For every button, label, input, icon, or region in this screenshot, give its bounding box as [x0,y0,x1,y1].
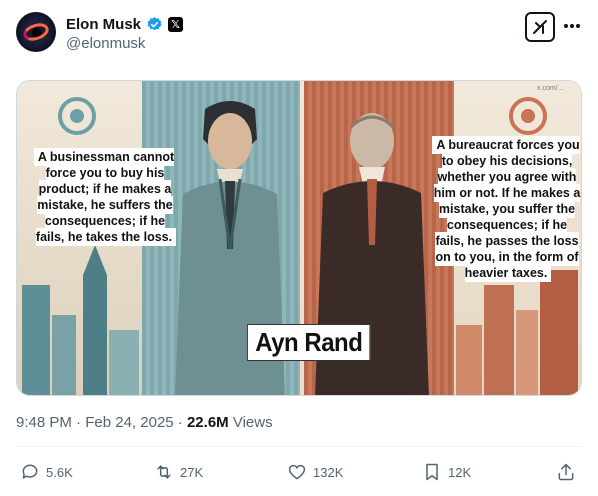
views-label: Views [228,414,273,431]
more-icon [564,24,580,28]
like-button[interactable]: 132K [287,458,343,486]
tweet-header: Elon Musk 𝕏 @elonmusk [16,12,582,56]
image-watermark: x.com/... [537,85,564,92]
repost-count: 27K [180,464,204,480]
reply-button[interactable]: 5.6K [20,458,73,486]
right-caption-text: A bureaucrat forces you to obey his deci… [433,138,581,280]
right-emblem-graphic [509,97,547,135]
tweet-image[interactable]: A businessman cannot force you to buy hi… [16,80,582,396]
right-caption: A bureaucrat forces you to obey his deci… [431,137,581,281]
left-caption-text: A businessman cannot force you to buy hi… [35,150,175,244]
affiliation-badge-icon[interactable]: 𝕏 [168,16,184,32]
bookmark-button[interactable]: 12K [422,458,471,486]
author-display-name[interactable]: Elon Musk [66,16,141,33]
author-name-row: Elon Musk 𝕏 [66,14,184,34]
actions-divider [16,446,582,447]
post-time[interactable]: 9:48 PM [16,414,72,431]
more-options-button[interactable] [562,16,582,36]
author-handle[interactable]: @elonmusk [66,35,145,52]
post-date[interactable]: Feb 24, 2025 [85,414,173,431]
avatar[interactable] [16,12,56,52]
image-title-label: Ayn Rand [247,324,371,361]
share-icon [558,463,574,481]
left-emblem-graphic [58,97,96,135]
grok-button[interactable] [525,12,555,42]
meta-separator-2: · [173,414,187,431]
action-bar: 5.6K 27K 132K 12K [16,458,582,486]
views-count[interactable]: 22.6M [187,414,229,431]
avatar-core-graphic [32,28,41,37]
bookmark-icon [426,463,438,481]
bookmark-count: 12K [448,464,472,480]
left-skyline-graphic [22,245,139,395]
grok-icon [533,20,547,34]
like-count: 132K [313,464,344,480]
repost-button[interactable]: 27K [154,458,203,486]
verified-badge-icon[interactable] [146,16,163,33]
reply-count: 5.6K [46,464,73,480]
share-button[interactable] [556,458,576,486]
meta-separator: · [71,414,86,431]
tweet-meta: 9:48 PM · Feb 24, 2025 · 22.6M Views [16,414,273,431]
repost-icon [157,465,171,479]
like-icon [288,464,306,480]
left-caption: A businessman cannot force you to buy hi… [29,149,181,245]
reply-icon [22,464,38,479]
